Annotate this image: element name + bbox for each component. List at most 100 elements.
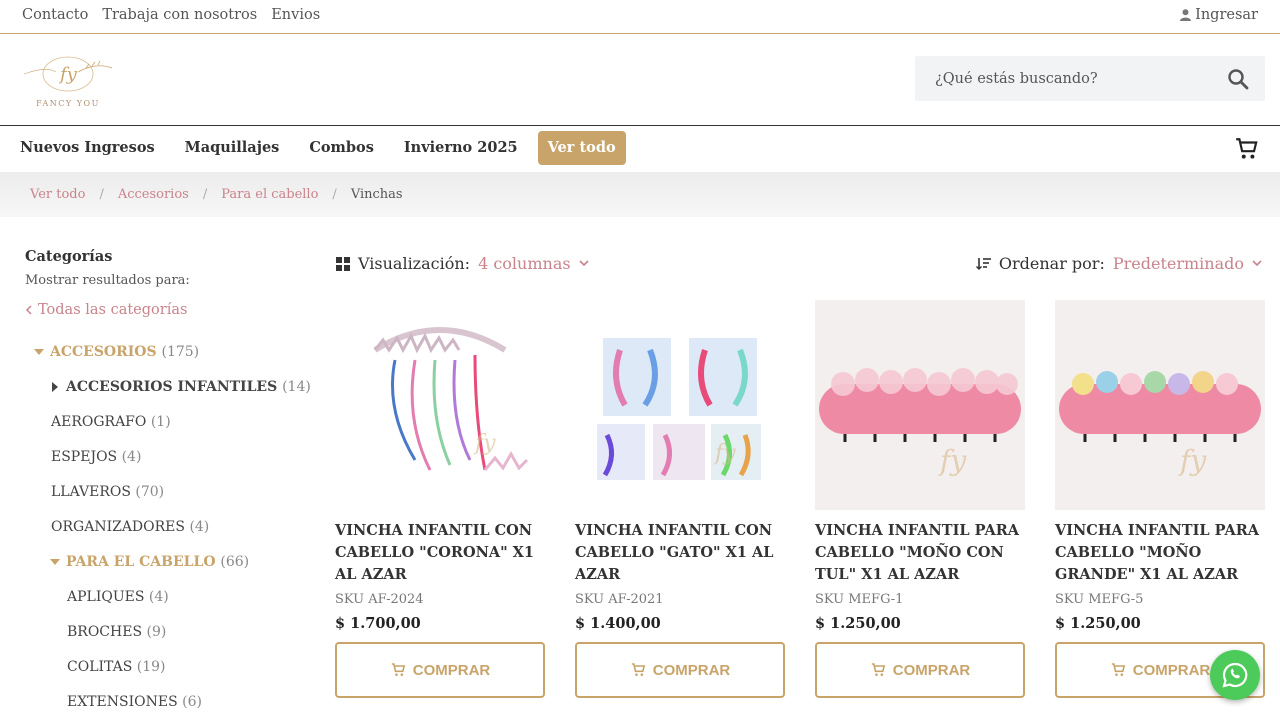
category-espejos[interactable]: ESPEJOS (4) [51, 449, 141, 465]
category-label: AEROGRAFO [51, 414, 147, 430]
product-card: fy VINCHA INFANTIL CON CABELLO "GATO" X1… [575, 300, 785, 698]
all-categories-label: Todas las categorías [38, 302, 188, 318]
link-trabaja[interactable]: Trabaja con nosotros [102, 7, 257, 23]
cart-icon[interactable] [1234, 136, 1260, 162]
product-sku: SKU MEFG-5 [1055, 592, 1144, 607]
product-name[interactable]: VINCHA INFANTIL PARA CABELLO "MOÑO CON T… [815, 520, 1025, 586]
product-image[interactable]: fy [335, 300, 545, 510]
category-colitas[interactable]: COLITAS (19) [67, 659, 166, 675]
svg-text:fy: fy [58, 64, 78, 85]
category-para-el-cabello[interactable]: PARA EL CABELLO (66) [50, 554, 249, 570]
product-price: $ 1.400,00 [575, 615, 661, 632]
nav-ver-todo[interactable]: Ver todo [537, 131, 626, 165]
product-price: $ 1.700,00 [335, 615, 421, 632]
breadcrumb: Ver todo / Accesorios / Para el cabello … [0, 172, 1280, 217]
buy-button[interactable]: COMPRAR [815, 642, 1025, 698]
category-count: (66) [220, 554, 250, 570]
svg-text:fy: fy [938, 444, 967, 477]
category-count: (70) [135, 484, 165, 500]
category-extensiones[interactable]: EXTENSIONES (6) [67, 694, 202, 710]
product-sku: SKU MEFG-1 [815, 592, 904, 607]
category-label: LLAVEROS [51, 484, 131, 500]
category-count: (19) [136, 659, 166, 675]
category-label: PARA EL CABELLO [66, 554, 216, 570]
crumb-vinchas: Vinchas [350, 187, 403, 202]
category-apliques[interactable]: APLIQUES (4) [67, 589, 169, 605]
category-label: ACCESORIOS [50, 344, 157, 360]
sort-value: Predeterminado [1112, 254, 1244, 273]
link-contacto[interactable]: Contacto [22, 7, 88, 23]
search-icon[interactable] [1227, 68, 1249, 90]
crumb-para-el-cabello[interactable]: Para el cabello [221, 187, 318, 202]
view-label: Visualización: [358, 254, 471, 273]
sort-selector[interactable]: Ordenar por: Predeterminado [975, 254, 1262, 273]
header: fy FANCY YOU [0, 34, 1280, 126]
login-label: Ingresar [1195, 7, 1258, 23]
crumb-separator: / [99, 187, 104, 202]
product-card: fy VINCHA INFANTIL CON CABELLO "CORONA" … [335, 300, 545, 698]
login-link[interactable]: Ingresar [1180, 7, 1258, 23]
all-categories-link[interactable]: Todas las categorías [25, 302, 305, 318]
product-price: $ 1.250,00 [1055, 615, 1141, 632]
brand-logo[interactable]: fy FANCY YOU [16, 54, 120, 110]
whatsapp-button[interactable] [1210, 650, 1260, 700]
view-selector[interactable]: Visualización: 4 columnas [336, 254, 589, 273]
category-llaveros[interactable]: LLAVEROS (70) [51, 484, 164, 500]
crumb-accesorios[interactable]: Accesorios [118, 187, 189, 202]
product-name[interactable]: VINCHA INFANTIL CON CABELLO "GATO" X1 AL… [575, 520, 785, 586]
crumb-ver-todo[interactable]: Ver todo [30, 187, 85, 202]
logo-mark: fy FANCY YOU [23, 56, 113, 108]
user-icon [1180, 9, 1192, 21]
view-value: 4 columnas [478, 254, 571, 273]
category-accesorios[interactable]: ACCESORIOS (175) [34, 344, 199, 360]
category-count: (175) [161, 344, 200, 360]
crumb-separator: / [332, 187, 337, 202]
category-label: ACCESORIOS INFANTILES [66, 379, 278, 395]
category-label: APLIQUES [67, 589, 145, 605]
product-price: $ 1.250,00 [815, 615, 901, 632]
svg-text:fy: fy [713, 441, 736, 466]
buy-label: COMPRAR [892, 661, 971, 679]
product-sku: SKU AF-2024 [335, 592, 424, 607]
product-image[interactable]: fy [575, 300, 785, 510]
nav-invierno-2025[interactable]: Invierno 2025 [404, 131, 518, 165]
logo-text: FANCY YOU [36, 99, 100, 108]
top-bar: Contacto Trabaja con nosotros Envios Ing… [0, 0, 1280, 34]
product-card: fy VINCHA INFANTIL PARA CABELLO "MOÑO CO… [815, 300, 1025, 698]
crumb-separator: / [202, 187, 208, 202]
nav-combos[interactable]: Combos [309, 131, 374, 165]
main-nav: Nuevos Ingresos Maquillajes Combos Invie… [0, 126, 1280, 172]
category-count: (4) [121, 449, 142, 465]
nav-maquillajes[interactable]: Maquillajes [185, 131, 280, 165]
category-count: (9) [146, 624, 167, 640]
category-label: COLITAS [67, 659, 133, 675]
caret-down-icon [34, 349, 44, 355]
category-label: EXTENSIONES [67, 694, 178, 710]
category-accesorios-infantiles[interactable]: ACCESORIOS INFANTILES (14) [52, 379, 311, 395]
category-label: ORGANIZADORES [51, 519, 185, 535]
category-count: (1) [150, 414, 171, 430]
search-input[interactable] [915, 56, 1205, 101]
sort-icon [975, 258, 991, 270]
product-image[interactable]: fy [815, 300, 1025, 510]
product-name[interactable]: VINCHA INFANTIL CON CABELLO "CORONA" X1 … [335, 520, 545, 586]
category-organizadores[interactable]: ORGANIZADORES (4) [51, 519, 209, 535]
buy-button[interactable]: COMPRAR [575, 642, 785, 698]
category-sidebar: Categorías Mostrar resultados para: Toda… [25, 248, 305, 318]
category-broches[interactable]: BROCHES (9) [67, 624, 166, 640]
category-count: (4) [189, 519, 210, 535]
chevron-left-icon [25, 305, 32, 315]
category-aerografo[interactable]: AEROGRAFO (1) [51, 414, 171, 430]
buy-button[interactable]: COMPRAR [335, 642, 545, 698]
category-count: (14) [282, 379, 311, 395]
sort-label: Ordenar por: [998, 254, 1105, 273]
buy-label: COMPRAR [652, 661, 731, 679]
sidebar-title: Categorías [25, 248, 113, 265]
search-box [915, 56, 1265, 101]
category-count: (6) [182, 694, 202, 710]
product-image[interactable]: fy [1055, 300, 1265, 510]
nav-nuevos-ingresos[interactable]: Nuevos Ingresos [20, 131, 155, 165]
product-name[interactable]: VINCHA INFANTIL PARA CABELLO "MOÑO GRAND… [1055, 520, 1265, 586]
whatsapp-icon [1222, 662, 1248, 688]
link-envios[interactable]: Envios [271, 7, 320, 23]
